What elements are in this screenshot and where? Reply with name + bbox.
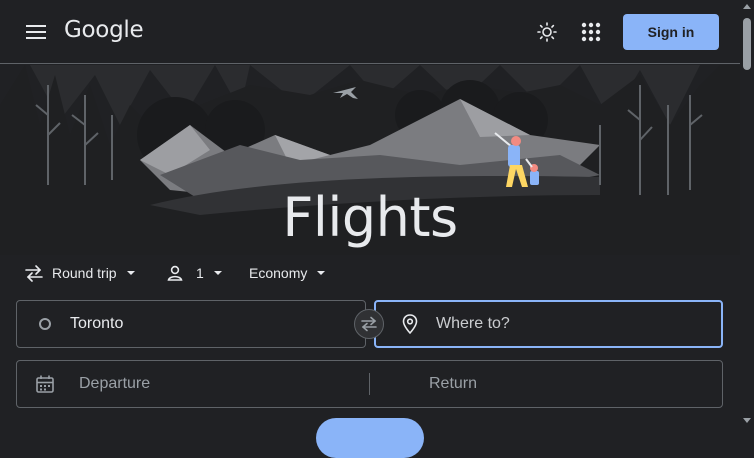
sign-in-button[interactable]: Sign in	[623, 14, 719, 50]
scroll-up-arrow-icon[interactable]	[743, 4, 751, 9]
person-icon	[167, 265, 183, 281]
menu-icon-bar	[26, 31, 46, 33]
menu-button[interactable]	[20, 16, 52, 48]
menu-icon-bar	[26, 37, 46, 39]
chevron-down-icon	[126, 271, 135, 275]
cabin-class-label: Economy	[249, 265, 308, 281]
destination-field[interactable]	[374, 300, 723, 348]
passengers-dropdown[interactable]: 1	[166, 262, 222, 284]
scroll-down-arrow-icon[interactable]	[743, 418, 751, 423]
chevron-down-icon	[213, 271, 222, 275]
cabin-class-dropdown[interactable]: Economy	[249, 262, 326, 284]
menu-icon	[26, 25, 46, 27]
page-scrollbar[interactable]	[740, 0, 754, 428]
origin-input[interactable]	[70, 315, 270, 333]
return-input[interactable]	[429, 375, 629, 393]
google-apps-button[interactable]	[577, 18, 605, 46]
apps-grid-icon	[581, 22, 601, 42]
theme-toggle-icon	[537, 22, 557, 42]
trip-type-dropdown[interactable]: Round trip	[24, 262, 135, 284]
google-logo[interactable]: Google	[64, 17, 144, 43]
scrollbar-thumb[interactable]	[743, 18, 751, 70]
search-button[interactable]	[316, 418, 424, 458]
calendar-icon	[36, 375, 54, 393]
trip-type-label: Round trip	[52, 265, 117, 281]
swap-locations-button[interactable]	[354, 309, 384, 339]
theme-toggle-button[interactable]	[533, 18, 561, 46]
swap-arrows-icon	[25, 265, 43, 282]
page-title: Flights	[282, 186, 458, 249]
chevron-down-icon	[317, 271, 326, 275]
date-divider	[369, 373, 370, 395]
origin-circle-icon	[39, 318, 51, 330]
passengers-count: 1	[196, 265, 204, 281]
top-app-bar: Google Sign in	[0, 0, 740, 64]
destination-input[interactable]	[436, 315, 636, 333]
swap-horizontal-icon	[361, 316, 377, 332]
origin-field[interactable]	[16, 300, 366, 348]
departure-input[interactable]	[79, 375, 349, 393]
location-pin-icon	[402, 314, 418, 335]
